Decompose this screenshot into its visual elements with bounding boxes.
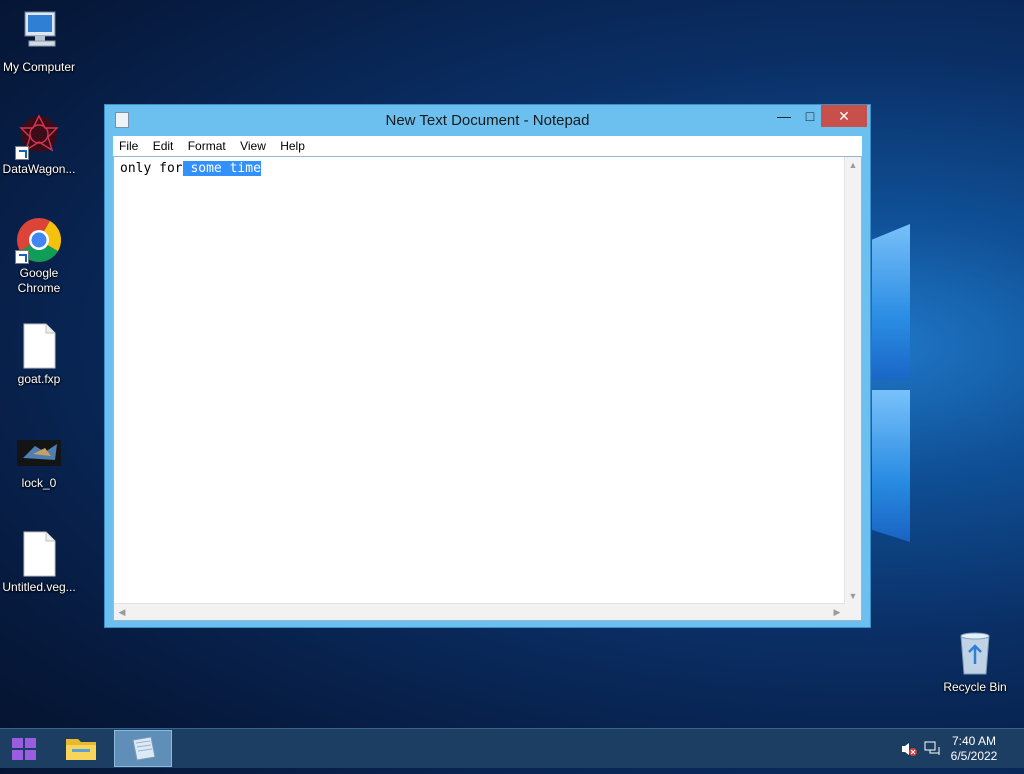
lock-image-icon	[15, 426, 63, 474]
text-editor[interactable]: only for some time ▲ ▼ ◀ ▶	[113, 156, 862, 621]
windows-start-icon	[12, 738, 36, 760]
menu-help[interactable]: Help	[274, 136, 310, 153]
taskbar-clock[interactable]: 7:40 AM 6/5/2022	[944, 734, 1004, 764]
maximize-button[interactable]: □	[797, 105, 823, 127]
menu-file[interactable]: File	[113, 136, 143, 153]
menu-edit[interactable]: Edit	[147, 136, 179, 153]
desktop-icon-lock-0[interactable]: lock_0	[0, 426, 78, 491]
horizontal-scrollbar[interactable]: ◀ ▶	[114, 603, 845, 620]
desktop-icon-label: Recycle Bin	[943, 680, 1007, 694]
notepad-window[interactable]: New Text Document - Notepad — □ ✕ File E…	[104, 104, 871, 628]
desktop-icon-label: goat.fxp	[17, 372, 61, 386]
system-tray: 7:40 AM 6/5/2022	[884, 729, 1024, 769]
desktop-icon-untitled-veg[interactable]: Untitled.veg...	[0, 530, 78, 595]
title-bar[interactable]: New Text Document - Notepad — □ ✕	[105, 105, 870, 135]
minimize-icon: —	[777, 108, 791, 124]
window-title: New Text Document - Notepad	[385, 112, 590, 129]
computer-icon	[15, 10, 63, 58]
close-button[interactable]: ✕	[821, 105, 867, 127]
network-icon[interactable]	[924, 741, 942, 757]
maximize-icon: □	[805, 108, 815, 124]
start-button[interactable]	[0, 729, 48, 769]
desktop-icon-label: DataWagon...	[2, 162, 76, 176]
close-icon: ✕	[838, 108, 850, 124]
chrome-icon	[15, 216, 63, 264]
minimize-button[interactable]: —	[771, 105, 797, 127]
file-icon	[15, 322, 63, 370]
desktop-icon-label: Google Chrome	[17, 266, 61, 295]
desktop-icon-label: My Computer	[2, 60, 76, 74]
scroll-left-icon[interactable]: ◀	[114, 604, 130, 620]
notepad-icon	[132, 736, 156, 761]
menu-bar: File Edit Format View Help	[113, 136, 862, 156]
menu-format[interactable]: Format	[182, 136, 231, 153]
document-text[interactable]: only for some time	[120, 161, 261, 176]
desktop-icon-label: Untitled.veg...	[2, 580, 76, 594]
scroll-right-icon[interactable]: ▶	[829, 604, 845, 620]
desktop-icon-my-computer[interactable]: My Computer	[0, 10, 78, 75]
desktop-icon-google-chrome[interactable]: Google Chrome	[0, 216, 78, 296]
taskbar-file-explorer[interactable]	[52, 730, 110, 767]
taskbar-notepad[interactable]	[114, 730, 172, 767]
desktop-icon-datawagon[interactable]: DataWagon...	[0, 112, 78, 177]
datawagon-icon	[15, 112, 63, 160]
menu-view[interactable]: View	[234, 136, 271, 153]
desktop-icon-goat-fxp[interactable]: goat.fxp	[0, 322, 78, 387]
file-icon	[15, 530, 63, 578]
shortcut-arrow-icon	[15, 250, 29, 264]
scrollbar-corner	[845, 604, 861, 620]
vertical-scrollbar[interactable]: ▲ ▼	[844, 157, 861, 604]
clock-date: 6/5/2022	[950, 749, 998, 763]
scroll-up-icon[interactable]: ▲	[845, 157, 861, 173]
volume-muted-icon[interactable]	[900, 741, 918, 757]
windows-logo-wallpaper	[868, 196, 1024, 556]
recycle-bin-icon	[951, 630, 999, 678]
clock-time: 7:40 AM	[951, 734, 997, 748]
folder-icon	[66, 739, 96, 760]
taskbar: 7:40 AM 6/5/2022	[0, 728, 1024, 768]
unselected-text: only for	[120, 161, 183, 176]
desktop-icon-label: lock_0	[21, 476, 57, 490]
desktop-icon-recycle-bin[interactable]: Recycle Bin	[936, 630, 1014, 695]
scroll-down-icon[interactable]: ▼	[845, 588, 861, 604]
selected-text: some time	[182, 161, 261, 176]
shortcut-arrow-icon	[15, 146, 29, 160]
